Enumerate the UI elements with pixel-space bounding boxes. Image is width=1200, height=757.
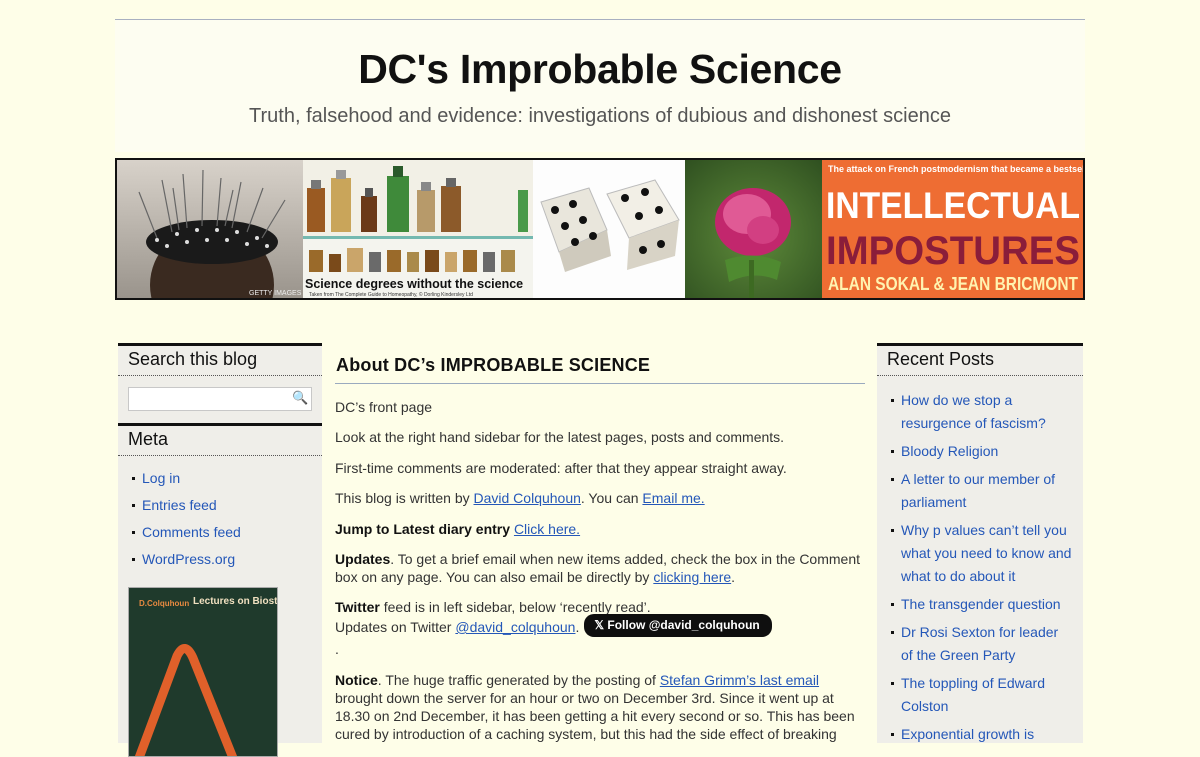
- meta-widget-title: Meta: [118, 423, 322, 456]
- banner-bottles-image: Science degrees without the science Take…: [303, 160, 533, 298]
- latest-diary-link[interactable]: Click here.: [514, 521, 580, 537]
- banner-book-tagline: The attack on French postmodernism that …: [828, 164, 1083, 174]
- list-item: Exponential growth is: [887, 723, 1073, 746]
- acupuncture-head-illustration: GETTY IMAGES: [138, 169, 302, 298]
- book-title-text: Lectures on Biostatistics: [193, 596, 278, 607]
- paragraph-updates: Updates. To get a brief email when new i…: [335, 551, 861, 585]
- paragraph-author: This blog is written by David Colquhoun.…: [335, 490, 705, 506]
- list-item: Comments feed: [128, 523, 312, 541]
- right-sidebar: Recent Posts How do we stop a resurgence…: [877, 343, 1083, 743]
- meta-link-log-in[interactable]: Log in: [142, 470, 180, 486]
- list-item: Log in: [128, 469, 312, 487]
- list-item: WordPress.org: [128, 550, 312, 568]
- list-item: The transgender question: [887, 593, 1073, 616]
- meta-link-comments-feed[interactable]: Comments feed: [142, 524, 241, 540]
- list-item: Entries feed: [128, 496, 312, 514]
- recent-post-link[interactable]: A letter to our member of parliament: [901, 471, 1055, 510]
- clover-flower-illustration: [715, 188, 791, 298]
- list-item: Why p values can’t tell you what you nee…: [887, 519, 1073, 588]
- stefan-grimm-link[interactable]: Stefan Grimm’s last email: [660, 672, 819, 688]
- paragraph-notice: Notice. The huge traffic generated by th…: [335, 672, 855, 742]
- banner-book-authors: ALAN SOKAL & JEAN BRICMONT: [828, 274, 1078, 294]
- twitter-x-icon: 𝕏: [594, 618, 608, 632]
- banner-acupuncture-image: GETTY IMAGES: [117, 160, 303, 298]
- book-author-text: D.Colquhoun: [139, 599, 189, 608]
- banner-clover-flower-image: [685, 160, 822, 298]
- list-item: Bloody Religion: [887, 440, 1073, 463]
- left-sidebar: Search this blog 🔍 Meta Log in Entries f…: [118, 343, 322, 757]
- paragraph-twitter-updates: Updates on Twitter @david_colquhoun. 𝕏 Fo…: [335, 614, 865, 640]
- list-item: How do we stop a resurgence of fascism?: [887, 389, 1073, 435]
- banner-bottles-credit: Taken from The Complete Guide to Homeopa…: [309, 291, 473, 298]
- twitter-follow-button[interactable]: 𝕏 Follow @david_colquhoun: [584, 614, 772, 637]
- meta-link-entries-feed[interactable]: Entries feed: [142, 497, 217, 513]
- paragraph-latest-diary: Jump to Latest diary entry Click here.: [335, 521, 581, 537]
- header-banner: GETTY IMAGES Science degrees without the…: [115, 158, 1085, 300]
- recent-post-link[interactable]: How do we stop a resurgence of fascism?: [901, 392, 1046, 431]
- recent-posts-list: How do we stop a resurgence of fascism? …: [877, 376, 1083, 754]
- site-title[interactable]: DC's Improbable Science: [115, 20, 1085, 93]
- list-item: A letter to our member of parliament: [887, 468, 1073, 514]
- search-widget-title: Search this blog: [118, 343, 322, 376]
- banner-intellectual-impostures-book: The attack on French postmodernism that …: [822, 160, 1083, 298]
- biostatistics-book-illustration: D.Colquhoun Lectures on Biostatistics: [129, 588, 278, 756]
- book-cover-illustration: The attack on French postmodernism that …: [826, 164, 1083, 294]
- paragraph-moderation: First-time comments are moderated: after…: [335, 460, 787, 476]
- recent-post-link[interactable]: The transgender question: [901, 596, 1061, 612]
- search-icon[interactable]: 🔍: [292, 390, 316, 406]
- banner-dice-image: [533, 160, 685, 298]
- recent-post-link[interactable]: Why p values can’t tell you what you nee…: [901, 522, 1071, 584]
- banner-book-title-line1: INTELLECTUAL: [826, 185, 1080, 226]
- site-header: DC's Improbable Science Truth, falsehood…: [115, 20, 1085, 152]
- paragraph-dot: .: [335, 641, 339, 657]
- author-link[interactable]: David Colquhoun: [474, 490, 581, 506]
- paragraph-sidebar-hint: Look at the right hand sidebar for the l…: [335, 429, 785, 445]
- recent-post-link[interactable]: Bloody Religion: [901, 443, 998, 459]
- twitter-handle-link[interactable]: @david_colquhoun: [455, 619, 575, 635]
- homeopathy-bottles-illustration: Science degrees without the science Take…: [303, 160, 533, 298]
- email-subscribe-link[interactable]: clicking here: [653, 569, 731, 585]
- main-content: About DC’s IMPROBABLE SCIENCE DC’s front…: [335, 343, 865, 743]
- email-link[interactable]: Email me.: [642, 490, 704, 506]
- site-tagline: Truth, falsehood and evidence: investiga…: [249, 105, 951, 127]
- list-item: The toppling of Edward Colston: [887, 672, 1073, 718]
- search-input[interactable]: [128, 387, 312, 411]
- recent-post-link[interactable]: The toppling of Edward Colston: [901, 675, 1045, 714]
- banner-getty-credit: GETTY IMAGES: [249, 290, 302, 297]
- recent-posts-title: Recent Posts: [877, 343, 1083, 376]
- banner-book-title-line2: IMPOSTURES: [826, 229, 1080, 273]
- recent-post-link[interactable]: Dr Rosi Sexton for leader of the Green P…: [901, 624, 1058, 663]
- meta-link-wordpress-org[interactable]: WordPress.org: [142, 551, 235, 567]
- paragraph-front-page: DC’s front page: [335, 399, 433, 415]
- list-item: Dr Rosi Sexton for leader of the Green P…: [887, 621, 1073, 667]
- page-title: About DC’s IMPROBABLE SCIENCE: [335, 343, 865, 384]
- banner-bottles-caption: Science degrees without the science: [305, 277, 523, 291]
- dice-illustration: [540, 179, 680, 272]
- meta-links-list: Log in Entries feed Comments feed WordPr…: [118, 456, 322, 581]
- biostatistics-book-cover[interactable]: D.Colquhoun Lectures on Biostatistics: [128, 587, 278, 757]
